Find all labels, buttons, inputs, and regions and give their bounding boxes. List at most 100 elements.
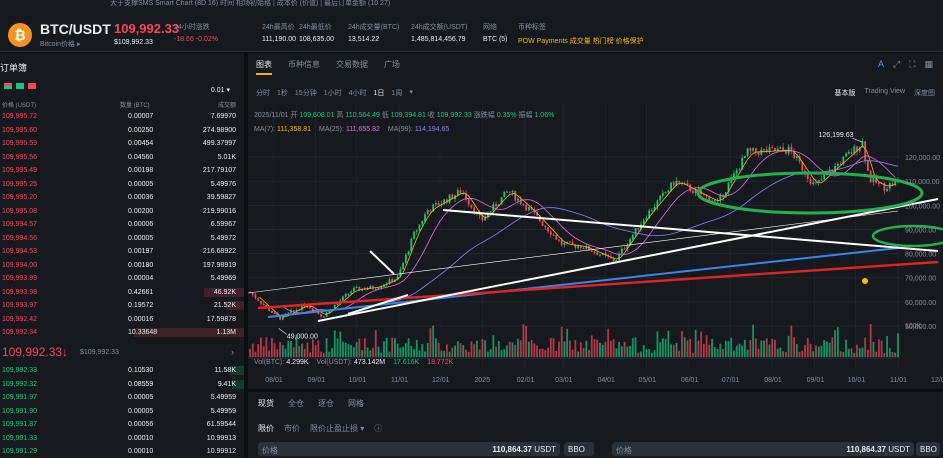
order-type-option[interactable]: ⓘ bbox=[374, 423, 382, 434]
timeframe-option[interactable]: 15分钟 bbox=[295, 88, 317, 98]
chart-tab[interactable]: 交易数据 bbox=[336, 59, 368, 75]
candle-body bbox=[631, 234, 634, 240]
volume-bar bbox=[273, 343, 276, 357]
stat-tags[interactable]: 币种标签 POW Payments 成交量 热门榜 价格保护 bbox=[518, 22, 644, 46]
date-tick: 06/01 bbox=[681, 377, 699, 384]
decimals-select[interactable]: 0.01 ▾ bbox=[211, 86, 230, 94]
order-book-ask-row[interactable]: 109,995.72 0.00007 7.69970 bbox=[0, 111, 244, 122]
grid-icon[interactable]: ▦ bbox=[924, 59, 933, 70]
volume-bar bbox=[396, 343, 399, 357]
both-sides-icon[interactable] bbox=[4, 83, 12, 89]
candle-body bbox=[503, 191, 506, 198]
order-book-bid-row[interactable]: 109,991.33 0.00010 10.99913 bbox=[0, 433, 244, 444]
bid-qty: 0.00010 bbox=[128, 434, 154, 442]
trade-tab[interactable]: 逐仓 bbox=[318, 398, 334, 409]
volume-bar bbox=[270, 338, 273, 357]
candle-body bbox=[774, 147, 776, 151]
order-book-ask-row[interactable]: 109,994.56 0.00005 5.49972 bbox=[0, 233, 244, 244]
bid-total: 5.49959 bbox=[210, 394, 236, 401]
timeframe-option[interactable]: 1秒 bbox=[277, 88, 288, 98]
order-book-ask-row[interactable]: 109,994.00 0.00180 197.98919 bbox=[0, 260, 244, 271]
order-book-ask-row[interactable]: 109,993.97 0.19572 21.52K bbox=[0, 300, 244, 311]
order-book-ask-row[interactable]: 109,992.42 0.00016 17.59878 bbox=[0, 314, 244, 325]
fullscreen-icon[interactable]: ⛶ bbox=[909, 59, 915, 70]
volume-bar bbox=[875, 351, 878, 357]
chart-svg[interactable]: 50,000.0060,000.0070,000.0080,000.0090,0… bbox=[247, 103, 943, 389]
order-book-ask-row[interactable]: 109,995.59 0.00454 499.37997 bbox=[0, 138, 244, 149]
sell-bbo-button[interactable]: BBO bbox=[916, 442, 940, 456]
ask-total: 6.59967 bbox=[210, 221, 236, 228]
timeframe-option[interactable]: 4小时 bbox=[349, 88, 367, 98]
candlestick-chart[interactable]: 50,000.00 60,000.00 70,000.00 80,000.00 90,0… bbox=[247, 103, 943, 389]
chart-tab[interactable]: 图表 bbox=[256, 59, 272, 75]
volume-bar bbox=[284, 348, 287, 357]
order-book-ask-row[interactable]: 109,995.49 0.00198 217.79107 bbox=[0, 165, 244, 176]
order-book-ask-row[interactable]: 109,995.25 0.00005 5.49976 bbox=[0, 179, 244, 190]
order-type-option[interactable]: 市价 bbox=[284, 423, 300, 434]
symbol-name[interactable]: BTC/USDT bbox=[40, 21, 111, 37]
bids-only-icon[interactable] bbox=[16, 83, 24, 89]
trade-tab[interactable]: 现货 bbox=[258, 398, 274, 409]
order-book-bid-row[interactable]: 109,992.33 0.10530 11.58K bbox=[0, 365, 244, 376]
volume-bar bbox=[325, 338, 328, 357]
trade-tab[interactable]: 全仓 bbox=[288, 398, 304, 409]
order-book-bid-row[interactable]: 109,991.97 0.00005 5.49959 bbox=[0, 392, 244, 403]
candle-body bbox=[563, 242, 566, 245]
candle-body bbox=[322, 316, 325, 318]
view-option[interactable]: Trading View bbox=[865, 88, 905, 98]
candle-body bbox=[292, 310, 295, 312]
price-tick: 90,000.00 bbox=[905, 227, 936, 234]
timeframe-option[interactable]: 分时 bbox=[256, 88, 270, 98]
order-book-ask-row[interactable]: 109,995.08 0.00200 219.99016 bbox=[0, 206, 244, 217]
order-book-ask-row[interactable]: 109,992.34 10.33648 1.13M bbox=[0, 327, 244, 338]
volume-bar bbox=[656, 331, 659, 357]
order-book-ask-row[interactable]: 109,994.53 0.00197 216.68922 bbox=[0, 246, 244, 257]
buy-bbo-button[interactable]: BBO bbox=[564, 442, 594, 456]
view-option[interactable]: 深度图 bbox=[914, 88, 935, 98]
price-label: 价格 bbox=[616, 446, 632, 455]
view-option[interactable]: 基本版 bbox=[835, 88, 856, 98]
chart-tab[interactable]: 币种信息 bbox=[288, 59, 320, 75]
timeframe-option[interactable]: 1日 bbox=[374, 88, 385, 98]
order-book-bid-row[interactable]: 109,992.32 0.08559 9.41K bbox=[0, 379, 244, 390]
volume-bar bbox=[298, 345, 301, 357]
expand-icon[interactable]: ⤢ bbox=[893, 59, 900, 70]
arrow-line bbox=[369, 250, 395, 275]
volume-bar bbox=[760, 340, 763, 357]
symbol-subtitle[interactable]: Bitcoin价格 ▸ bbox=[40, 39, 80, 49]
order-book-ask-row[interactable]: 109,994.57 0.00006 6.59967 bbox=[0, 219, 244, 230]
buy-price-input[interactable]: 价格 110,864.37 USDT bbox=[258, 442, 560, 456]
price-label: 价格 bbox=[262, 446, 278, 455]
order-book-bid-row[interactable]: 109,991.87 0.00056 61.59544 bbox=[0, 419, 244, 430]
chevron-right-icon[interactable]: › bbox=[231, 347, 234, 357]
timeframe-option[interactable]: ▾ bbox=[409, 88, 413, 98]
order-book-ask-row[interactable]: 109,993.99 0.00004 5.49969 bbox=[0, 273, 244, 284]
ask-total: 274.98900 bbox=[202, 126, 236, 134]
order-book-bid-row[interactable]: 109,991.90 0.00005 5.49959 bbox=[0, 406, 244, 417]
candle-body bbox=[495, 204, 497, 207]
bid-price: 109,991.33 bbox=[2, 434, 38, 442]
order-book-ask-row[interactable]: 109,993.98 0.42661 46.92K bbox=[0, 287, 244, 298]
volume-label: Vol(USDT): bbox=[316, 359, 352, 366]
order-book-ask-row[interactable]: 109,995.20 0.00036 39.59827 bbox=[0, 192, 244, 203]
asks-only-icon[interactable] bbox=[28, 83, 36, 89]
stat-network[interactable]: 网络 BTC (5) bbox=[483, 22, 508, 43]
timeframe-option[interactable]: 1小时 bbox=[324, 88, 342, 98]
ai-icon[interactable]: A bbox=[878, 59, 884, 70]
timeframe-option[interactable]: 1周 bbox=[391, 88, 402, 98]
candle-body bbox=[489, 211, 492, 213]
chart-tab[interactable]: 广场 bbox=[384, 59, 400, 75]
sell-price-input[interactable]: 价格 110,864.37 USDT bbox=[612, 442, 914, 456]
order-book-bid-row[interactable]: 109,991.29 0.00010 10.99912 bbox=[0, 446, 244, 457]
order-book-ask-row[interactable]: 109,995.60 0.00250 274.98900 bbox=[0, 125, 244, 136]
order-book-ask-row[interactable]: 109,995.56 0.04560 5.01K bbox=[0, 152, 244, 163]
candle-body bbox=[702, 194, 705, 196]
order-type-option[interactable]: 限价 bbox=[258, 423, 274, 434]
volume-bar bbox=[809, 343, 812, 357]
order-type-option[interactable]: 限价止盈止损 ▾ bbox=[310, 423, 364, 434]
stat-value: 108,635.00 bbox=[299, 36, 335, 43]
timeframe-bar: 分时 1秒 15分钟 1小时 4小时 1日 1周 ▾ bbox=[256, 88, 413, 98]
trade-tab[interactable]: 网格 bbox=[348, 398, 364, 409]
date-tick: 09/01 bbox=[308, 377, 326, 384]
ticker-bar: ₿ BTC/USDT Bitcoin价格 ▸ 109,992.33 $109,9… bbox=[0, 8, 943, 52]
